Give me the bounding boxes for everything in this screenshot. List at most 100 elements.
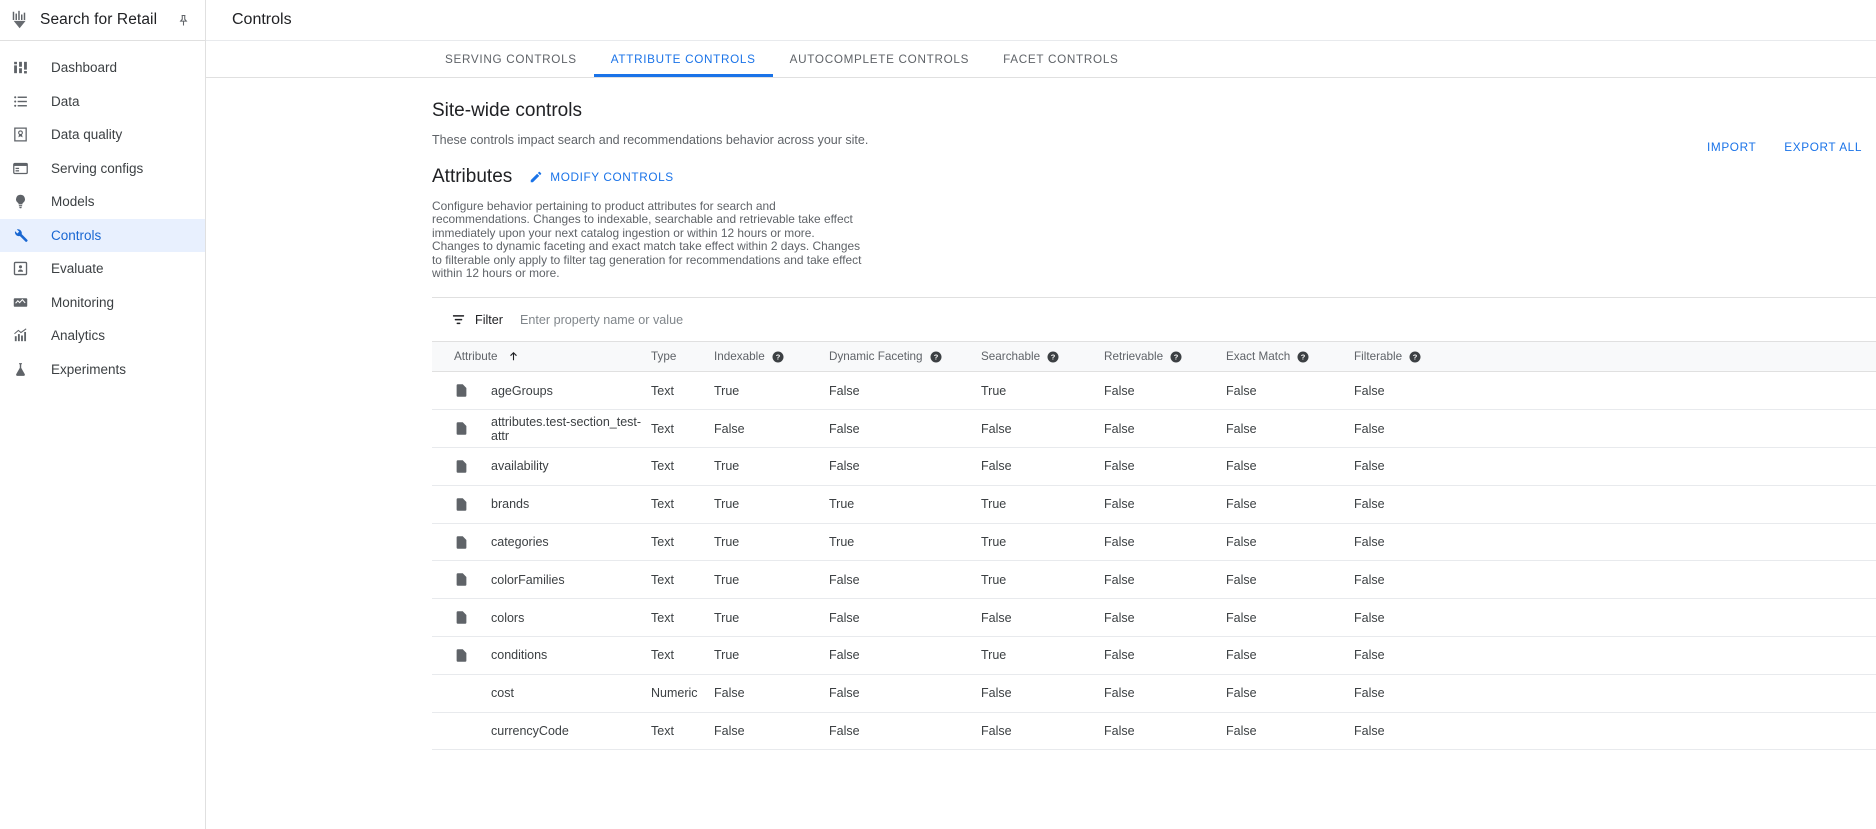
import-button[interactable]: IMPORT	[1693, 134, 1770, 160]
modify-controls-label: MODIFY CONTROLS	[550, 170, 673, 184]
table-header: Attribute Type	[432, 342, 1876, 372]
table-row[interactable]: colorsTextTrueFalseFalseFalseFalseFalse	[432, 599, 1876, 637]
cell-type: Text	[651, 485, 714, 523]
cell-exact-match: False	[1226, 561, 1354, 599]
cell-searchable: False	[981, 599, 1104, 637]
table-row[interactable]: brandsTextTrueTrueTrueFalseFalseFalse	[432, 485, 1876, 523]
sidebar-item-analytics[interactable]: Analytics	[0, 319, 205, 353]
th-retrievable[interactable]: Retrievable ?	[1104, 342, 1226, 372]
table-row[interactable]: conditionsTextTrueFalseTrueFalseFalseFal…	[432, 637, 1876, 675]
svg-text:?: ?	[933, 352, 938, 361]
sidebar-item-label: Analytics	[51, 328, 105, 343]
cell-exact-match: False	[1226, 712, 1354, 750]
cell-searchable: True	[981, 485, 1104, 523]
cell-retrievable: False	[1104, 410, 1226, 448]
cell-filterable: False	[1354, 448, 1876, 486]
cell-retrievable: False	[1104, 712, 1226, 750]
row-spacer	[432, 674, 454, 712]
sidebar-item-models[interactable]: Models	[0, 185, 205, 219]
help-icon[interactable]: ?	[930, 351, 942, 363]
cell-dynamic-faceting: False	[829, 712, 981, 750]
svg-text:?: ?	[1413, 352, 1418, 361]
document-icon	[454, 572, 470, 587]
page-header: Controls	[206, 0, 1876, 41]
filter-input[interactable]	[520, 313, 1080, 327]
th-filterable-label: Filterable	[1354, 350, 1402, 363]
svg-text:?: ?	[775, 352, 780, 361]
cell-searchable: True	[981, 561, 1104, 599]
serving-configs-icon	[8, 156, 32, 180]
cell-exact-match: False	[1226, 523, 1354, 561]
sidebar-item-controls[interactable]: Controls	[0, 219, 205, 253]
help-icon[interactable]: ?	[772, 351, 784, 363]
cell-retrievable: False	[1104, 523, 1226, 561]
attribute-name: ageGroups	[491, 384, 553, 398]
sort-ascending-icon[interactable]	[507, 350, 520, 363]
sidebar-item-dashboard[interactable]: Dashboard	[0, 51, 205, 85]
sidebar-item-label: Dashboard	[51, 60, 117, 75]
content-scroll: Site-wide controls These controls impact…	[206, 78, 1876, 829]
help-icon[interactable]: ?	[1297, 351, 1309, 363]
import-export-actions: IMPORT EXPORT ALL	[1693, 134, 1876, 160]
help-icon[interactable]: ?	[1409, 351, 1421, 363]
row-spacer	[432, 523, 454, 561]
table-row[interactable]: attributes.test-section_test-attrTextFal…	[432, 410, 1876, 448]
help-icon[interactable]: ?	[1170, 351, 1182, 363]
th-indexable-label: Indexable	[714, 350, 765, 363]
help-icon[interactable]: ?	[1047, 351, 1059, 363]
table-row[interactable]: availabilityTextTrueFalseFalseFalseFalse…	[432, 448, 1876, 486]
cell-retrievable: False	[1104, 561, 1226, 599]
sidebar: Search for Retail Dashboard Data	[0, 0, 206, 829]
document-icon	[454, 421, 470, 436]
svg-text:?: ?	[1174, 352, 1179, 361]
th-attribute[interactable]: Attribute	[454, 342, 651, 372]
filter-bar: Filter	[432, 297, 1876, 341]
cell-attribute: attributes.test-section_test-attr	[454, 410, 651, 448]
th-searchable[interactable]: Searchable ?	[981, 342, 1104, 372]
sidebar-item-label: Serving configs	[51, 161, 143, 176]
tab-attribute-controls[interactable]: ATTRIBUTE CONTROLS	[594, 41, 773, 77]
cell-filterable: False	[1354, 674, 1876, 712]
sidebar-item-evaluate[interactable]: Evaluate	[0, 252, 205, 286]
table-row[interactable]: currencyCodeTextFalseFalseFalseFalseFals…	[432, 712, 1876, 750]
cell-dynamic-faceting: False	[829, 410, 981, 448]
sidebar-item-monitoring[interactable]: Monitoring	[0, 286, 205, 320]
th-filterable[interactable]: Filterable ?	[1354, 342, 1876, 372]
modify-controls-button[interactable]: MODIFY CONTROLS	[529, 170, 673, 184]
table-row[interactable]: ageGroupsTextTrueFalseTrueFalseFalseFals…	[432, 372, 1876, 410]
th-indexable[interactable]: Indexable ?	[714, 342, 829, 372]
cell-filterable: False	[1354, 410, 1876, 448]
tab-facet-controls[interactable]: FACET CONTROLS	[986, 41, 1135, 77]
cell-filterable: False	[1354, 523, 1876, 561]
cell-attribute: cost	[454, 674, 651, 712]
cell-filterable: False	[1354, 561, 1876, 599]
th-type-label: Type	[651, 350, 676, 363]
tab-serving-controls[interactable]: SERVING CONTROLS	[428, 41, 594, 77]
tab-autocomplete-controls[interactable]: AUTOCOMPLETE CONTROLS	[773, 41, 986, 77]
sidebar-item-serving-configs[interactable]: Serving configs	[0, 152, 205, 186]
table-row[interactable]: colorFamiliesTextTrueFalseTrueFalseFalse…	[432, 561, 1876, 599]
cell-type: Text	[651, 712, 714, 750]
attribute-name: conditions	[491, 648, 547, 662]
export-all-button[interactable]: EXPORT ALL	[1770, 134, 1876, 160]
sidebar-item-data-quality[interactable]: Data quality	[0, 118, 205, 152]
cell-attribute: availability	[454, 448, 651, 486]
cell-type: Numeric	[651, 674, 714, 712]
th-dynamic-faceting[interactable]: Dynamic Faceting ?	[829, 342, 981, 372]
th-exact-match[interactable]: Exact Match ?	[1226, 342, 1354, 372]
table-row[interactable]: costNumericFalseFalseFalseFalseFalseFals…	[432, 674, 1876, 712]
sidebar-item-experiments[interactable]: Experiments	[0, 353, 205, 387]
table-row[interactable]: categoriesTextTrueTrueTrueFalseFalseFals…	[432, 523, 1876, 561]
cell-exact-match: False	[1226, 372, 1354, 410]
pin-icon[interactable]	[173, 10, 193, 30]
sidebar-item-data[interactable]: Data	[0, 85, 205, 119]
cell-indexable: False	[714, 674, 829, 712]
th-type[interactable]: Type	[651, 342, 714, 372]
experiments-icon	[8, 357, 32, 381]
cell-indexable: True	[714, 372, 829, 410]
evaluate-icon	[8, 257, 32, 281]
cell-type: Text	[651, 561, 714, 599]
cell-filterable: False	[1354, 485, 1876, 523]
cell-indexable: True	[714, 561, 829, 599]
th-attribute-label: Attribute	[454, 350, 498, 363]
